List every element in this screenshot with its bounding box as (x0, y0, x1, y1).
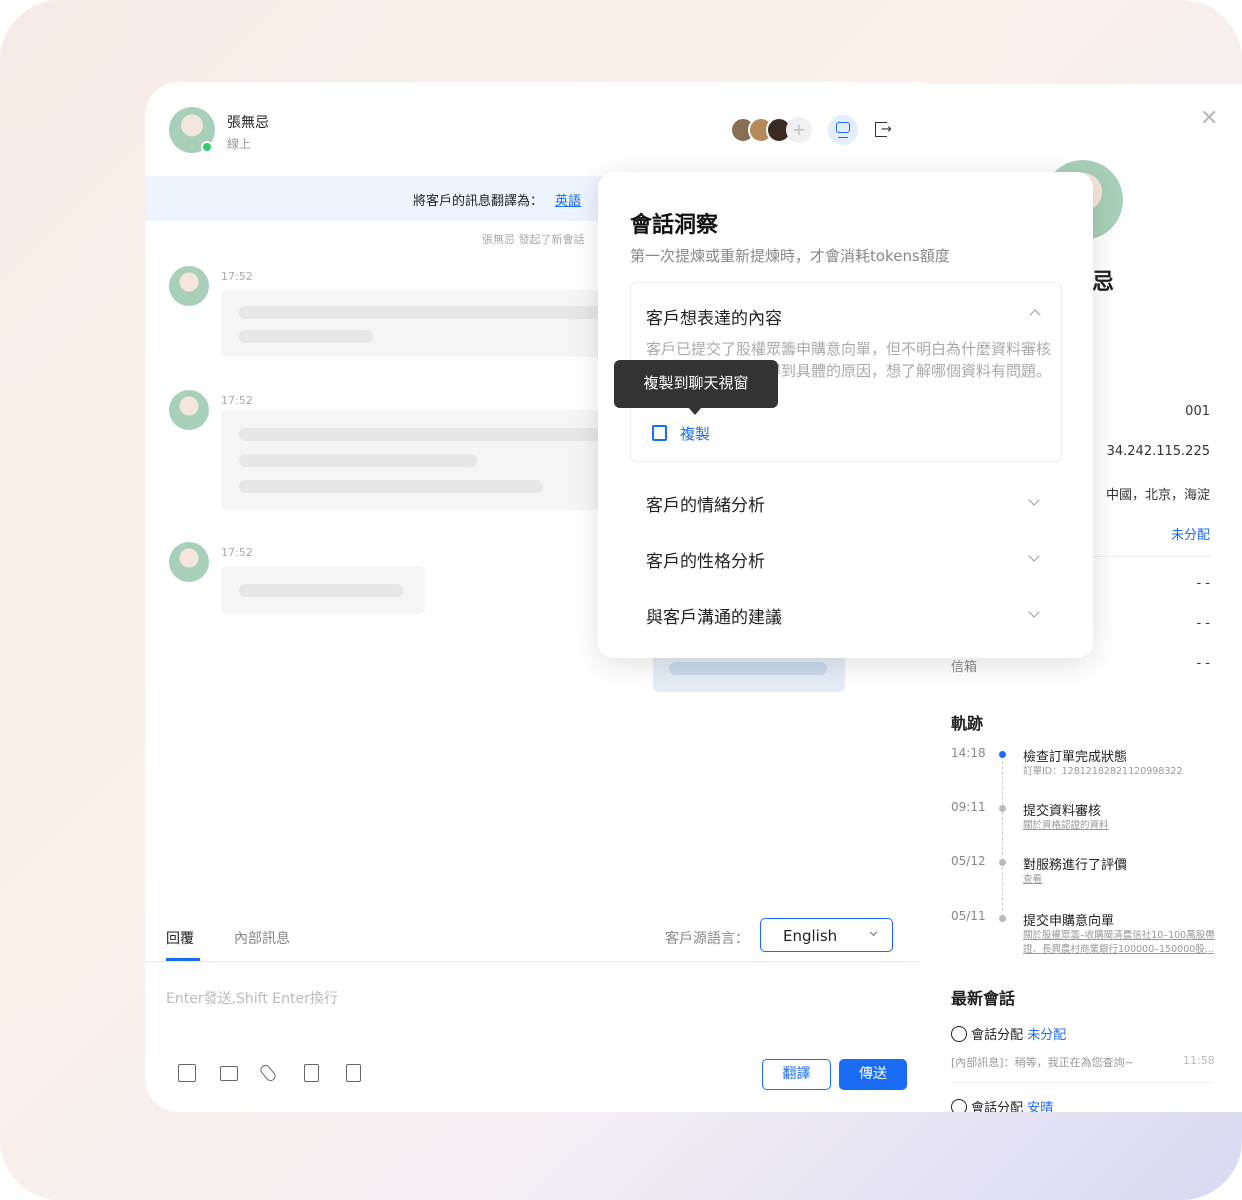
checklist-icon[interactable] (304, 1064, 319, 1082)
folder-icon[interactable] (220, 1066, 238, 1081)
chevron-down-icon[interactable] (1028, 606, 1040, 618)
user-icon (951, 1099, 967, 1112)
message-bubble (221, 566, 425, 614)
trail-item-sub: 訂單ID：12812182821120998322 (1023, 766, 1183, 777)
send-button[interactable]: 傳送 (839, 1059, 907, 1090)
customer-status: 線上 (227, 137, 252, 151)
message-time: 17:52 (221, 394, 253, 407)
profile-name: 忌 (1092, 270, 1115, 295)
bookmark-icon[interactable] (346, 1064, 361, 1082)
source-language-select[interactable]: English (760, 918, 893, 952)
message-bubble (221, 290, 621, 357)
recent-time: 11:58 (1183, 1054, 1215, 1067)
trail-item-link[interactable]: 關於資格認證的資料 (1023, 819, 1223, 833)
field-value: - - (1196, 656, 1210, 671)
field-value: 中國，北京，海淀 (1105, 488, 1210, 503)
recent-title: 最新會話 (951, 989, 1016, 1008)
trail-dot (999, 859, 1006, 866)
robot-insight-icon[interactable] (828, 115, 858, 145)
source-language-label: 客戶源語言： (665, 931, 749, 947)
trail-item-title: 提交申購意向單 (1023, 914, 1115, 929)
message-avatar (169, 542, 209, 582)
text-icon[interactable] (178, 1064, 196, 1082)
add-agent-icon[interactable]: + (786, 117, 812, 143)
customer-name: 張無忌 (227, 115, 269, 131)
recent-preview: [內部訊息]：稍等，我正在為您查詢~ (951, 1056, 1134, 1069)
copy-button[interactable]: 複製 (680, 423, 710, 444)
message-time: 17:52 (221, 546, 253, 559)
trail-dot (999, 751, 1006, 758)
recent-session[interactable]: 會話分配 未分配 (951, 1024, 1066, 1043)
message-time: 17:52 (221, 270, 253, 283)
user-icon (951, 1026, 967, 1042)
message-avatar (169, 266, 209, 306)
popover-title: 會話洞察 (630, 213, 719, 238)
section-personality-analysis[interactable]: 客戶的性格分析 (646, 547, 765, 572)
trail-item-link[interactable]: 關於股權眾籌–收購閩清農信社10–100萬股帶證、長興農村商業銀行100000–… (1023, 929, 1223, 957)
agent-message-bubble (653, 652, 845, 692)
message-avatar (169, 390, 209, 430)
field-value: 34.242.115.225 (1106, 444, 1210, 459)
copy-icon[interactable] (652, 425, 667, 441)
tab-internal-message[interactable]: 內部訊息 (234, 928, 290, 948)
copy-tooltip: 複製到聊天視窗 (614, 360, 778, 408)
translate-language-link[interactable]: 英語 (555, 190, 581, 209)
trail-item-title: 檢查訂單完成狀態 (1023, 750, 1128, 765)
divider (145, 961, 925, 962)
trail-item-link[interactable]: 查看 (1023, 873, 1223, 887)
translate-button[interactable]: 翻譯 (762, 1059, 831, 1090)
trail-item-title: 提交資料審核 (1023, 804, 1102, 819)
chevron-up-icon[interactable] (1029, 309, 1041, 321)
close-icon[interactable]: ✕ (1200, 106, 1218, 131)
recent-session[interactable]: 會話分配 安晴 (951, 1097, 1053, 1112)
trail-time: 14:18 (951, 746, 986, 760)
trail-dot (999, 915, 1006, 922)
trail-time: 05/12 (951, 854, 986, 868)
session-insight-popover: 會話洞察 第一次提煉或重新提煉時，才會消耗tokens額度 客戶想表達的內容 客… (598, 172, 1093, 658)
system-message: 張無忌 發起了新會話 (482, 233, 585, 246)
trail-time: 09:11 (951, 800, 986, 814)
field-value: 001 (1185, 404, 1210, 419)
tooltip-arrow (688, 407, 702, 415)
message-input[interactable]: Enter發送,Shift Enter換行 (166, 988, 338, 1008)
section-communication-advice[interactable]: 與客戶溝通的建議 (646, 603, 782, 628)
chevron-down-icon[interactable] (1028, 494, 1040, 506)
section-emotion-analysis[interactable]: 客戶的情緒分析 (646, 491, 765, 516)
field-value: - - (1196, 576, 1210, 591)
tab-reply[interactable]: 回覆 (166, 928, 194, 948)
assignee-link[interactable]: 未分配 (1171, 524, 1210, 543)
section-title[interactable]: 客戶想表達的內容 (646, 304, 782, 329)
trail-dot (999, 805, 1006, 812)
field-label-email: 信箱 (951, 660, 978, 675)
paperclip-icon[interactable] (258, 1062, 278, 1084)
trail-title: 軌跡 (951, 714, 984, 733)
popover-subtitle: 第一次提煉或重新提煉時，才會消耗tokens額度 (630, 247, 950, 265)
chevron-down-icon (869, 928, 878, 937)
online-indicator (201, 141, 213, 153)
trail-time: 05/11 (951, 909, 986, 923)
popover-arrow (836, 158, 856, 173)
message-bubble (221, 410, 621, 510)
trail-item-title: 對服務進行了評價 (1023, 858, 1128, 873)
chevron-down-icon[interactable] (1028, 550, 1040, 562)
field-value: - - (1196, 616, 1210, 631)
translate-label: 將客戶的訊息翻譯為： (413, 194, 544, 209)
